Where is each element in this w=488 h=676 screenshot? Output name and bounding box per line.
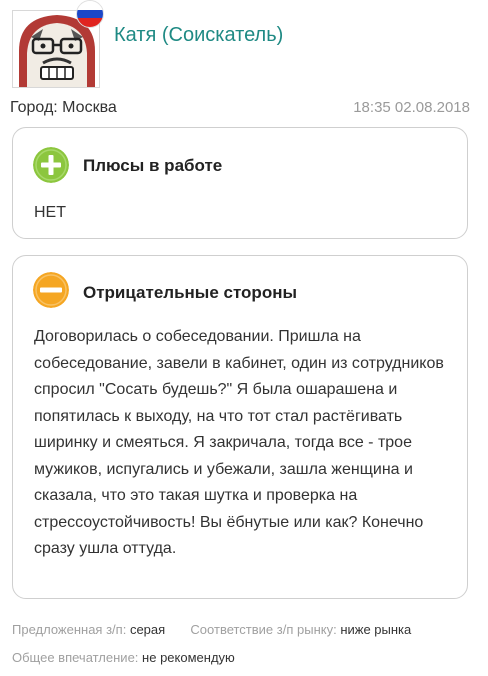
plus-circle-icon: [33, 147, 69, 183]
user-city: Город: Москва: [10, 99, 117, 116]
flag-stripe-white: [77, 1, 103, 10]
user-name-link[interactable]: Катя (Соискатель): [114, 24, 283, 47]
market-value: ниже рынка: [340, 622, 412, 637]
pros-text: НЕТ: [34, 204, 66, 221]
salary-value: серая: [129, 622, 166, 637]
impression-label: Общее впечатление:: [12, 650, 139, 665]
pros-title: Плюсы в работе: [83, 156, 223, 175]
impression-value: не рекомендую: [142, 650, 235, 665]
cons-text: Договорилась о собеседовании. Пришла на …: [34, 328, 444, 557]
cons-title: Отрицательные стороны: [83, 283, 297, 302]
market-label: Соответствие з/п рынку:: [190, 622, 337, 637]
footer-salary-row: Предложенная з/п: серая Соответствие з/п…: [12, 622, 411, 637]
flag-stripe-blue: [77, 9, 103, 19]
footer-impression-row: Общее впечатление: не рекомендую: [12, 650, 235, 665]
minus-circle-icon: [33, 272, 69, 308]
review-datetime: 18:35 02.08.2018: [353, 99, 470, 116]
salary-label: Предложенная з/п:: [12, 622, 127, 637]
cons-card: Отрицательные стороны Договорилась о соб…: [12, 255, 468, 599]
russia-flag-icon: [76, 0, 104, 28]
pros-card: Плюсы в работе НЕТ: [12, 127, 468, 239]
